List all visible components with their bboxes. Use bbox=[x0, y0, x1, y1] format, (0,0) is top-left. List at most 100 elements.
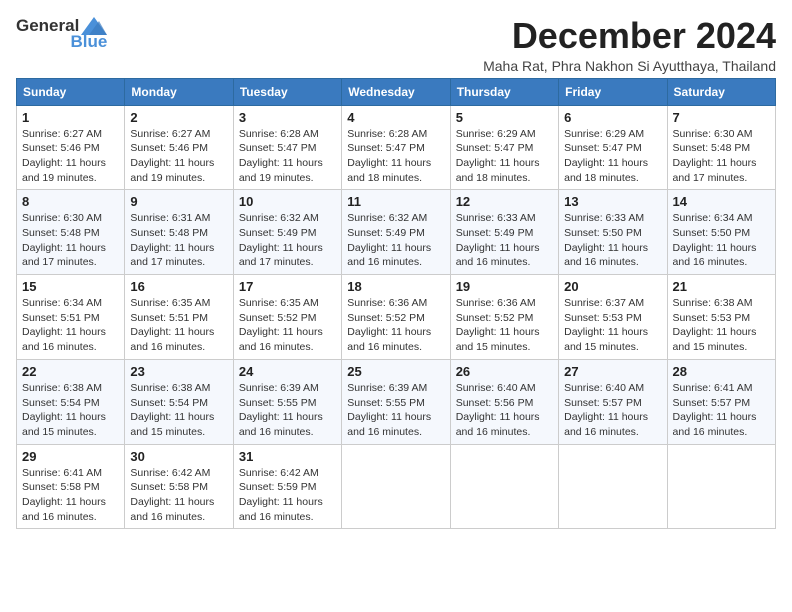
weekday-header-cell: Tuesday bbox=[233, 78, 341, 105]
sunrise-label: Sunrise: 6:36 AM bbox=[456, 297, 536, 309]
sunrise-label: Sunrise: 6:30 AM bbox=[673, 128, 753, 140]
sunrise-label: Sunrise: 6:37 AM bbox=[564, 297, 644, 309]
calendar-day-cell: 31 Sunrise: 6:42 AM Sunset: 5:59 PM Dayl… bbox=[233, 444, 341, 529]
logo-blue: Blue bbox=[70, 32, 107, 52]
calendar-day-cell: 24 Sunrise: 6:39 AM Sunset: 5:55 PM Dayl… bbox=[233, 359, 341, 444]
calendar-day-cell: 6 Sunrise: 6:29 AM Sunset: 5:47 PM Dayli… bbox=[559, 105, 667, 190]
day-info: Sunrise: 6:30 AM Sunset: 5:48 PM Dayligh… bbox=[673, 127, 770, 186]
sunset-label: Sunset: 5:53 PM bbox=[564, 312, 642, 324]
day-number: 12 bbox=[456, 194, 553, 209]
daylight-label: Daylight: 11 hours and 16 minutes. bbox=[456, 242, 540, 269]
daylight-label: Daylight: 11 hours and 15 minutes. bbox=[22, 411, 106, 438]
day-info: Sunrise: 6:40 AM Sunset: 5:57 PM Dayligh… bbox=[564, 381, 661, 440]
daylight-label: Daylight: 11 hours and 16 minutes. bbox=[239, 496, 323, 523]
daylight-label: Daylight: 11 hours and 16 minutes. bbox=[673, 411, 757, 438]
sunset-label: Sunset: 5:58 PM bbox=[130, 481, 208, 493]
sunrise-label: Sunrise: 6:35 AM bbox=[239, 297, 319, 309]
sunrise-label: Sunrise: 6:33 AM bbox=[456, 212, 536, 224]
sunrise-label: Sunrise: 6:36 AM bbox=[347, 297, 427, 309]
sunset-label: Sunset: 5:52 PM bbox=[239, 312, 317, 324]
day-info: Sunrise: 6:33 AM Sunset: 5:49 PM Dayligh… bbox=[456, 211, 553, 270]
calendar-day-cell bbox=[450, 444, 558, 529]
daylight-label: Daylight: 11 hours and 16 minutes. bbox=[130, 496, 214, 523]
daylight-label: Daylight: 11 hours and 16 minutes. bbox=[564, 242, 648, 269]
day-number: 27 bbox=[564, 364, 661, 379]
sunrise-label: Sunrise: 6:29 AM bbox=[456, 128, 536, 140]
day-info: Sunrise: 6:36 AM Sunset: 5:52 PM Dayligh… bbox=[347, 296, 444, 355]
sunrise-label: Sunrise: 6:40 AM bbox=[456, 382, 536, 394]
weekday-header-cell: Saturday bbox=[667, 78, 775, 105]
day-info: Sunrise: 6:38 AM Sunset: 5:53 PM Dayligh… bbox=[673, 296, 770, 355]
sunset-label: Sunset: 5:48 PM bbox=[22, 227, 100, 239]
calendar-day-cell: 11 Sunrise: 6:32 AM Sunset: 5:49 PM Dayl… bbox=[342, 190, 450, 275]
calendar-day-cell bbox=[342, 444, 450, 529]
sunrise-label: Sunrise: 6:39 AM bbox=[347, 382, 427, 394]
day-number: 1 bbox=[22, 110, 119, 125]
calendar-week-row: 22 Sunrise: 6:38 AM Sunset: 5:54 PM Dayl… bbox=[17, 359, 776, 444]
daylight-label: Daylight: 11 hours and 16 minutes. bbox=[22, 496, 106, 523]
daylight-label: Daylight: 11 hours and 16 minutes. bbox=[456, 411, 540, 438]
day-info: Sunrise: 6:37 AM Sunset: 5:53 PM Dayligh… bbox=[564, 296, 661, 355]
day-number: 3 bbox=[239, 110, 336, 125]
sunrise-label: Sunrise: 6:28 AM bbox=[347, 128, 427, 140]
sunset-label: Sunset: 5:51 PM bbox=[130, 312, 208, 324]
day-number: 6 bbox=[564, 110, 661, 125]
calendar-day-cell: 21 Sunrise: 6:38 AM Sunset: 5:53 PM Dayl… bbox=[667, 275, 775, 360]
day-info: Sunrise: 6:42 AM Sunset: 5:58 PM Dayligh… bbox=[130, 466, 227, 525]
day-number: 29 bbox=[22, 449, 119, 464]
sunrise-label: Sunrise: 6:27 AM bbox=[130, 128, 210, 140]
weekday-header-row: SundayMondayTuesdayWednesdayThursdayFrid… bbox=[17, 78, 776, 105]
sunset-label: Sunset: 5:49 PM bbox=[239, 227, 317, 239]
calendar-week-row: 1 Sunrise: 6:27 AM Sunset: 5:46 PM Dayli… bbox=[17, 105, 776, 190]
calendar-body: 1 Sunrise: 6:27 AM Sunset: 5:46 PM Dayli… bbox=[17, 105, 776, 529]
daylight-label: Daylight: 11 hours and 17 minutes. bbox=[130, 242, 214, 269]
day-info: Sunrise: 6:35 AM Sunset: 5:52 PM Dayligh… bbox=[239, 296, 336, 355]
sunset-label: Sunset: 5:48 PM bbox=[130, 227, 208, 239]
weekday-header-cell: Friday bbox=[559, 78, 667, 105]
calendar-day-cell: 19 Sunrise: 6:36 AM Sunset: 5:52 PM Dayl… bbox=[450, 275, 558, 360]
day-info: Sunrise: 6:28 AM Sunset: 5:47 PM Dayligh… bbox=[239, 127, 336, 186]
daylight-label: Daylight: 11 hours and 17 minutes. bbox=[239, 242, 323, 269]
day-info: Sunrise: 6:36 AM Sunset: 5:52 PM Dayligh… bbox=[456, 296, 553, 355]
calendar-day-cell: 20 Sunrise: 6:37 AM Sunset: 5:53 PM Dayl… bbox=[559, 275, 667, 360]
calendar-day-cell: 17 Sunrise: 6:35 AM Sunset: 5:52 PM Dayl… bbox=[233, 275, 341, 360]
calendar-day-cell: 7 Sunrise: 6:30 AM Sunset: 5:48 PM Dayli… bbox=[667, 105, 775, 190]
day-info: Sunrise: 6:32 AM Sunset: 5:49 PM Dayligh… bbox=[239, 211, 336, 270]
sunset-label: Sunset: 5:47 PM bbox=[564, 142, 642, 154]
daylight-label: Daylight: 11 hours and 18 minutes. bbox=[456, 157, 540, 184]
daylight-label: Daylight: 11 hours and 19 minutes. bbox=[239, 157, 323, 184]
day-number: 7 bbox=[673, 110, 770, 125]
day-info: Sunrise: 6:41 AM Sunset: 5:57 PM Dayligh… bbox=[673, 381, 770, 440]
sunrise-label: Sunrise: 6:32 AM bbox=[347, 212, 427, 224]
sunset-label: Sunset: 5:59 PM bbox=[239, 481, 317, 493]
sunrise-label: Sunrise: 6:35 AM bbox=[130, 297, 210, 309]
sunrise-label: Sunrise: 6:30 AM bbox=[22, 212, 102, 224]
day-info: Sunrise: 6:42 AM Sunset: 5:59 PM Dayligh… bbox=[239, 466, 336, 525]
sunrise-label: Sunrise: 6:42 AM bbox=[239, 467, 319, 479]
day-number: 10 bbox=[239, 194, 336, 209]
day-number: 14 bbox=[673, 194, 770, 209]
day-number: 28 bbox=[673, 364, 770, 379]
calendar-day-cell: 1 Sunrise: 6:27 AM Sunset: 5:46 PM Dayli… bbox=[17, 105, 125, 190]
day-number: 18 bbox=[347, 279, 444, 294]
daylight-label: Daylight: 11 hours and 16 minutes. bbox=[239, 326, 323, 353]
sunrise-label: Sunrise: 6:31 AM bbox=[130, 212, 210, 224]
calendar-day-cell: 4 Sunrise: 6:28 AM Sunset: 5:47 PM Dayli… bbox=[342, 105, 450, 190]
day-info: Sunrise: 6:40 AM Sunset: 5:56 PM Dayligh… bbox=[456, 381, 553, 440]
weekday-header-cell: Sunday bbox=[17, 78, 125, 105]
weekday-header-cell: Monday bbox=[125, 78, 233, 105]
calendar-day-cell: 3 Sunrise: 6:28 AM Sunset: 5:47 PM Dayli… bbox=[233, 105, 341, 190]
header-area: General Blue December 2024 Maha Rat, Phr… bbox=[16, 16, 776, 74]
sunset-label: Sunset: 5:58 PM bbox=[22, 481, 100, 493]
title-block: December 2024 Maha Rat, Phra Nakhon Si A… bbox=[483, 16, 776, 74]
calendar-week-row: 29 Sunrise: 6:41 AM Sunset: 5:58 PM Dayl… bbox=[17, 444, 776, 529]
daylight-label: Daylight: 11 hours and 18 minutes. bbox=[347, 157, 431, 184]
daylight-label: Daylight: 11 hours and 16 minutes. bbox=[130, 326, 214, 353]
location-title: Maha Rat, Phra Nakhon Si Ayutthaya, Thai… bbox=[483, 58, 776, 74]
day-number: 9 bbox=[130, 194, 227, 209]
day-number: 13 bbox=[564, 194, 661, 209]
day-info: Sunrise: 6:29 AM Sunset: 5:47 PM Dayligh… bbox=[564, 127, 661, 186]
day-info: Sunrise: 6:34 AM Sunset: 5:51 PM Dayligh… bbox=[22, 296, 119, 355]
calendar-day-cell: 14 Sunrise: 6:34 AM Sunset: 5:50 PM Dayl… bbox=[667, 190, 775, 275]
daylight-label: Daylight: 11 hours and 15 minutes. bbox=[564, 326, 648, 353]
